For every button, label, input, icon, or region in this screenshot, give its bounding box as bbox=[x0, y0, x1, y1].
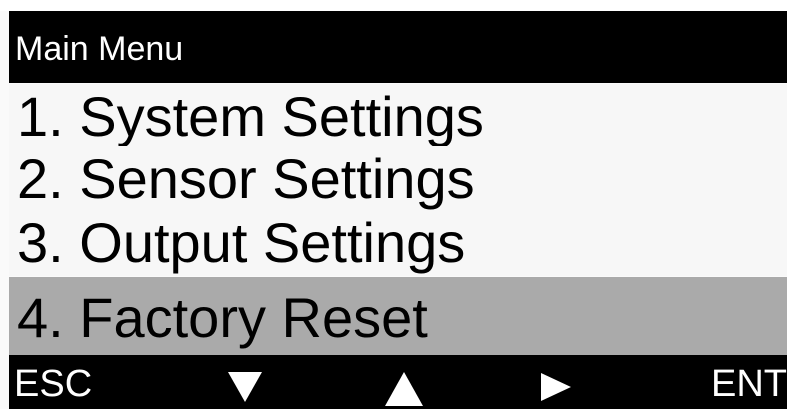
menu-item-factory-reset[interactable]: 4. Factory Reset bbox=[9, 277, 787, 355]
menu-item-system-settings[interactable]: 1. System Settings bbox=[9, 84, 787, 150]
lcd-screen: Main Menu 1. System Settings 2. Sensor S… bbox=[0, 0, 787, 409]
ent-button[interactable]: ENT bbox=[711, 355, 787, 409]
triangle-down-icon[interactable] bbox=[228, 372, 262, 402]
triangle-right-icon[interactable] bbox=[541, 373, 571, 401]
triangle-up-icon[interactable] bbox=[385, 372, 423, 406]
page-title: Main Menu bbox=[9, 11, 787, 83]
menu-item-sensor-settings[interactable]: 2. Sensor Settings bbox=[9, 146, 787, 212]
soft-key-bar: ESC ENT bbox=[9, 355, 787, 409]
menu-item-output-settings[interactable]: 3. Output Settings bbox=[9, 210, 787, 276]
esc-button[interactable]: ESC bbox=[14, 355, 92, 409]
screen-top-edge bbox=[0, 0, 787, 11]
